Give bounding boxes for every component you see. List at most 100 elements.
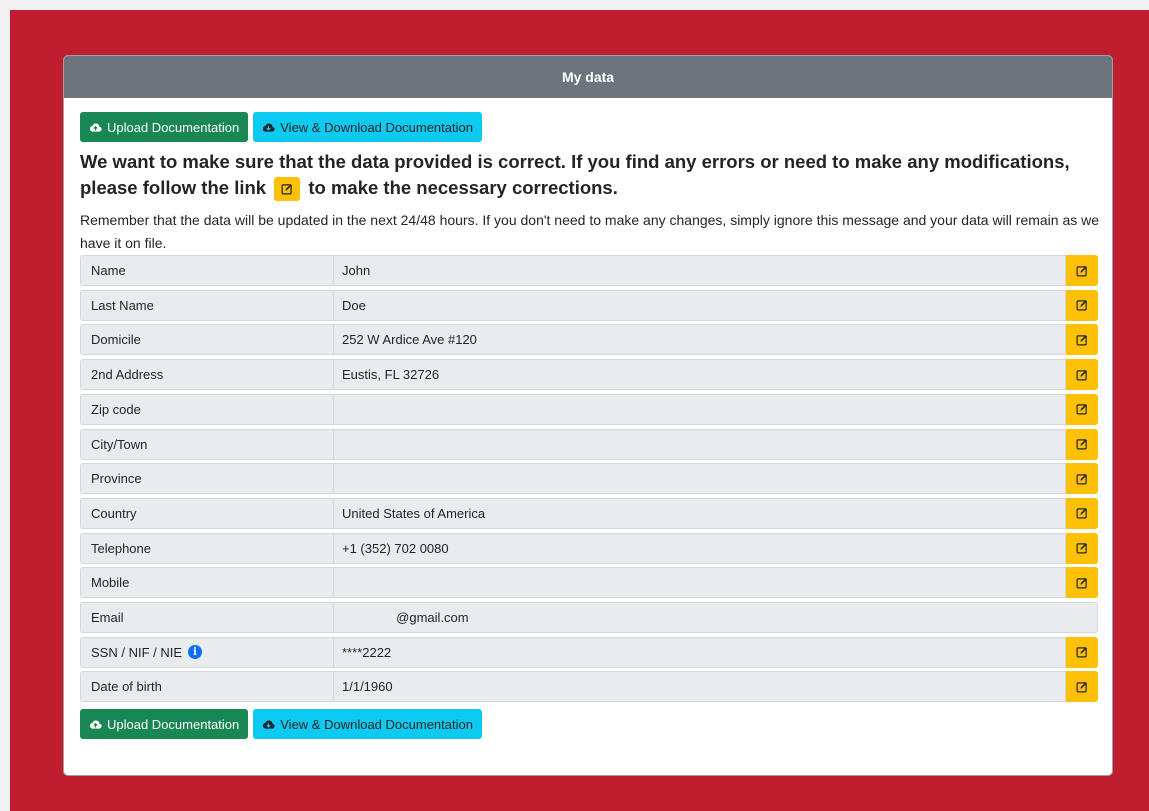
edit-field-button[interactable] — [1066, 463, 1098, 495]
field-row: Country United States of America — [80, 497, 1098, 529]
cloud-upload-icon — [89, 123, 102, 132]
field-label-text: Name — [91, 263, 126, 279]
card-body: Upload Documentation View & Download Doc… — [64, 98, 1112, 740]
edit-icon — [1076, 577, 1087, 589]
page-frame: My data Upload Documentation View & Down… — [10, 10, 1149, 811]
field-label-text: Zip code — [91, 401, 141, 417]
edit-icon — [281, 184, 293, 195]
edit-field-button[interactable] — [1066, 428, 1098, 460]
edit-icon — [1076, 439, 1087, 450]
field-label: City/Town — [80, 428, 334, 460]
field-row: Last Name Doe — [80, 289, 1098, 321]
edit-icon — [1076, 300, 1087, 311]
bottom-button-row: Upload Documentation View & Download Doc… — [80, 709, 1097, 740]
field-value: John — [334, 255, 1066, 287]
field-label-text: Telephone — [91, 540, 151, 556]
field-label: 2nd Address — [80, 359, 334, 391]
cloud-download-icon — [263, 720, 275, 729]
field-label: Email — [80, 601, 334, 633]
edit-icon — [1076, 647, 1087, 658]
edit-icon — [1076, 473, 1087, 485]
edit-field-button[interactable] — [1066, 567, 1098, 599]
field-label: Telephone — [80, 532, 334, 564]
update-note: Remember that the data will be updated i… — [80, 212, 1100, 252]
edit-field-button[interactable] — [1066, 324, 1098, 356]
headline-part-2: to make the necessary corrections. — [308, 177, 618, 198]
field-value — [334, 428, 1066, 460]
field-value: ****2222 — [334, 636, 1066, 668]
info-icon[interactable]: i — [188, 645, 203, 660]
inline-edit-link[interactable] — [274, 177, 301, 202]
field-value — [334, 393, 1066, 425]
top-button-row: Upload Documentation View & Download Doc… — [80, 112, 1097, 142]
upload-button-label: Upload Documentation — [107, 119, 240, 135]
edit-icon — [1076, 543, 1087, 554]
field-row: Email @gmail.com — [80, 601, 1098, 633]
field-value: @gmail.com — [334, 601, 1098, 633]
edit-field-button[interactable] — [1066, 289, 1098, 321]
field-value: 1/1/1960 — [334, 671, 1066, 703]
data-field-list: Name John Last Name Doe Domicile 252 W Ardice… — [80, 255, 1098, 703]
edit-field-button[interactable] — [1066, 497, 1098, 529]
field-label: Zip code — [80, 393, 334, 425]
card-title: My data — [561, 69, 615, 85]
field-label-text: Last Name — [91, 297, 154, 313]
field-label-text: Mobile — [91, 575, 130, 591]
field-label-text: Domicile — [91, 332, 141, 348]
edit-field-button[interactable] — [1066, 532, 1098, 564]
field-row: Zip code — [80, 393, 1098, 425]
edit-icon — [1076, 335, 1087, 346]
field-row: City/Town — [80, 428, 1098, 460]
field-label: Mobile — [80, 567, 334, 599]
upload-button-label: Upload Documentation — [107, 716, 240, 732]
edit-icon — [1076, 369, 1087, 381]
field-value: Eustis, FL 32726 — [334, 359, 1066, 391]
view-download-documentation-button[interactable]: View & Download Documentation — [253, 709, 482, 740]
edit-icon — [1076, 508, 1087, 519]
card-header: My data — [64, 56, 1112, 98]
field-row: Domicile 252 W Ardice Ave #120 — [80, 324, 1098, 356]
cloud-download-icon — [263, 123, 275, 132]
upload-documentation-button[interactable]: Upload Documentation — [80, 112, 249, 142]
edit-field-button[interactable] — [1066, 359, 1098, 391]
field-row: 2nd Address Eustis, FL 32726 — [80, 359, 1098, 391]
field-row: SSN / NIF / NIE i ****2222 — [80, 636, 1098, 668]
field-value: United States of America — [334, 497, 1066, 529]
edit-icon — [1076, 404, 1087, 415]
field-label: Last Name — [80, 289, 334, 321]
edit-field-button[interactable] — [1066, 393, 1098, 425]
field-label: Country — [80, 497, 334, 529]
edit-icon — [1076, 681, 1087, 693]
field-value — [334, 567, 1066, 599]
edit-field-button[interactable] — [1066, 636, 1098, 668]
cloud-upload-icon — [89, 720, 102, 729]
field-value — [334, 463, 1066, 495]
field-label-text: Province — [91, 471, 142, 487]
field-label-text: 2nd Address — [91, 367, 164, 383]
field-row: Province — [80, 463, 1098, 495]
upload-documentation-button[interactable]: Upload Documentation — [80, 709, 249, 740]
field-label-text: City/Town — [91, 436, 148, 452]
intro-headline: We want to make sure that the data provi… — [80, 149, 1097, 202]
edit-icon — [1076, 265, 1087, 277]
edit-field-button[interactable] — [1066, 255, 1098, 287]
field-label-text: Email — [91, 609, 124, 625]
my-data-card: My data Upload Documentation View & Down… — [63, 55, 1113, 776]
edit-field-button[interactable] — [1066, 671, 1098, 703]
field-label: Name — [80, 255, 334, 287]
field-row: Telephone +1 (352) 702 0080 — [80, 532, 1098, 564]
view-download-documentation-button[interactable]: View & Download Documentation — [253, 112, 482, 142]
view-button-label: View & Download Documentation — [280, 119, 473, 135]
view-button-label: View & Download Documentation — [280, 716, 473, 732]
field-label: Province — [80, 463, 334, 495]
field-value: 252 W Ardice Ave #120 — [334, 324, 1066, 356]
field-value: Doe — [334, 289, 1066, 321]
field-label: Domicile — [80, 324, 334, 356]
field-label: Date of birth — [80, 671, 334, 703]
field-row: Name John — [80, 255, 1098, 287]
field-label-text: SSN / NIF / NIE — [91, 644, 183, 660]
field-label: SSN / NIF / NIE i — [80, 636, 334, 668]
field-value: +1 (352) 702 0080 — [334, 532, 1066, 564]
field-label-text: Country — [91, 505, 137, 521]
field-row: Date of birth 1/1/1960 — [80, 671, 1098, 703]
